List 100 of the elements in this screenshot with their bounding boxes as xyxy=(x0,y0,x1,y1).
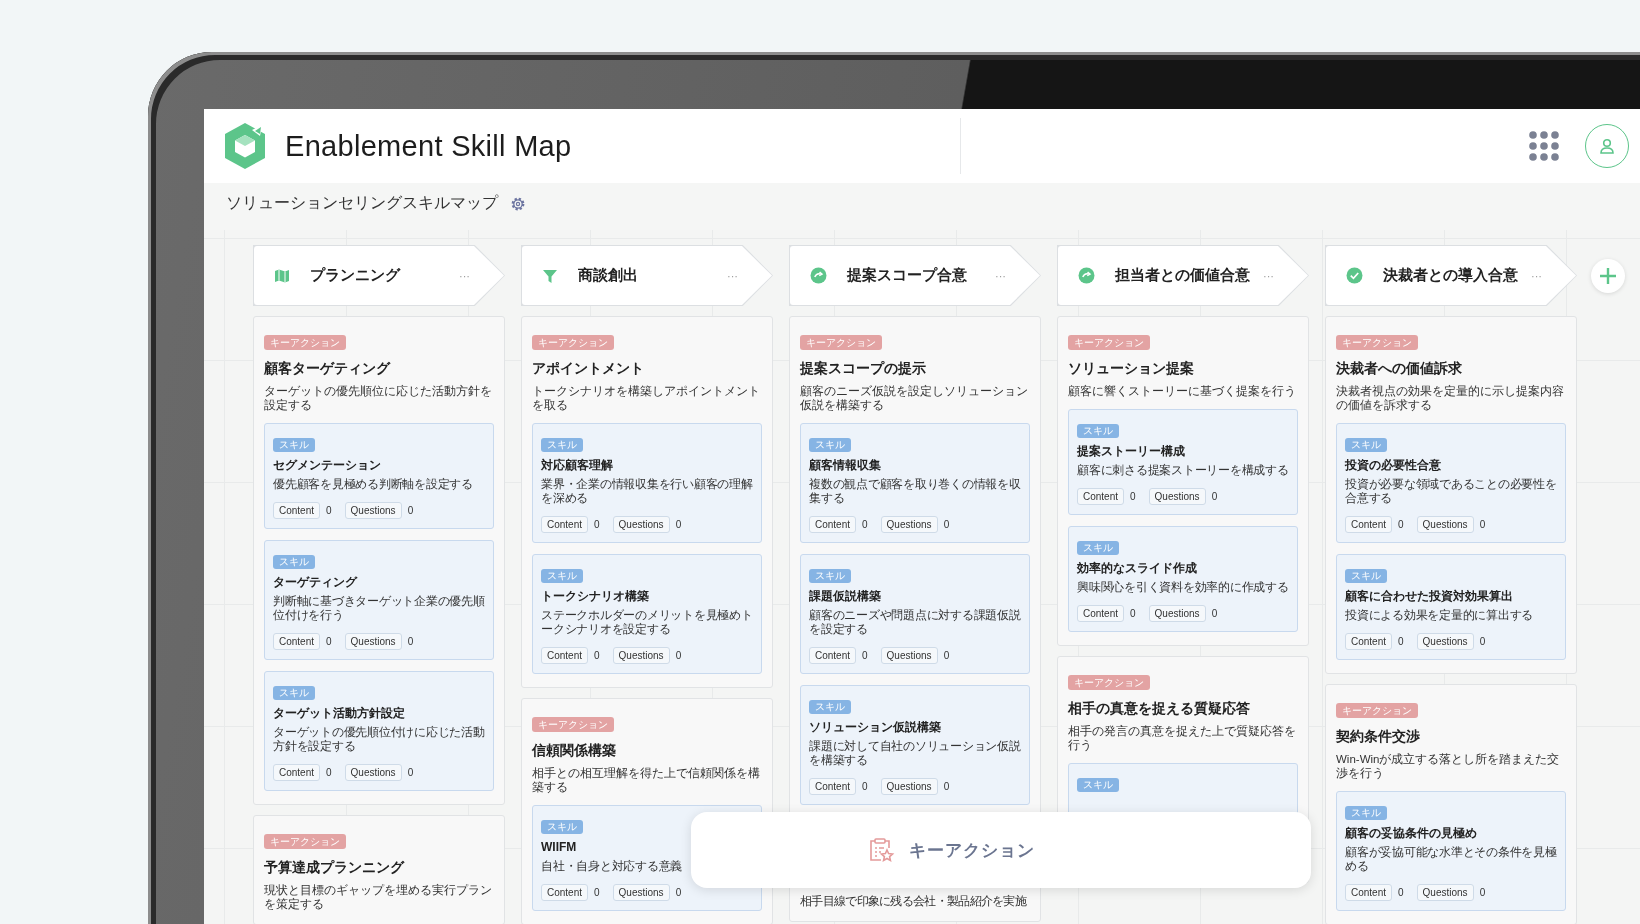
skill-tag: スキル xyxy=(1077,778,1119,792)
content-count: 0 xyxy=(326,636,332,647)
key-action-title: ソリューション提案 xyxy=(1068,359,1195,377)
questions-count: 0 xyxy=(1479,636,1486,647)
skill-description: 顧客のニーズや問題点に対する課題仮説を設定する xyxy=(809,608,1022,636)
content-count: 0 xyxy=(1130,491,1136,502)
stage-header[interactable]: プランニング ··· xyxy=(253,245,505,306)
skill-card[interactable]: スキル 顧客の妥協条件の見極め 顧客が妥協可能な水準とその条件を見極める Content 0 Questions 0 xyxy=(1336,791,1566,911)
key-action-card[interactable] xyxy=(253,316,505,805)
content-count: 0 xyxy=(862,519,868,530)
key-action-card[interactable]: キーアクション 予算達成プランニング 現状と目標のギャップを埋める実行プランを策定する xyxy=(253,815,505,924)
skill-card[interactable]: スキル ターゲティング 判断軸に基づきターゲット企業の優先順位付けを行う Content 0 Questions 0 xyxy=(264,540,494,660)
key-action-card[interactable]: キーアクション ソリューション提案 顧客に響くストーリーに基づく提案を行う スキル 提案ストーリー構成 顧客に刺さる提案ストーリーを構成する Content 0 Questions 0 スキル 効率的なスライド作成 興味関心を引く資料を効率的に作成する Content 0 Questions 0 xyxy=(1057,316,1309,646)
skill-card[interactable]: スキル ソリューション仮説構築 課題に対して自社のソリューション仮説を構築する Content 0 Questions 0 xyxy=(800,685,1030,805)
skill-card[interactable]: スキル 効率的なスライド作成 興味関心を引く資料を効率的に作成する Content 0 Questions 0 xyxy=(1068,526,1298,632)
skill-title: ターゲット活動方針設定 xyxy=(273,706,406,721)
skill-description: 顧客が妥協可能な水準とその条件を見極める xyxy=(1345,845,1558,873)
key-action-card[interactable]: キーアクション 契約条件交渉 Win-Winが成立する落とし所を踏まえた交渉を行う スキル 顧客の妥協条件の見極め 顧客が妥協可能な水準とその条件を見極める Content 0 Questions 0 xyxy=(1325,684,1577,924)
skill-card[interactable]: スキル セグメンテーション 優先顧客を見極める判断軸を設定する Content 0 Questions 0 xyxy=(264,423,494,529)
questions-count: 0 xyxy=(1479,519,1486,530)
stage-header[interactable]: 決裁者との導入合意 ··· xyxy=(1325,245,1577,306)
clipboard-star-icon xyxy=(867,836,895,864)
content-label: Content xyxy=(809,516,857,533)
content-count: 0 xyxy=(326,767,332,778)
questions-count: 0 xyxy=(407,767,414,778)
skill-card[interactable]: スキル 顧客情報収集 複数の観点で顧客を取り巻くの情報を収集する Content 0 Questions 0 xyxy=(800,423,1030,543)
skill-card[interactable]: スキル 投資の必要性合意 投資が必要な領域であることの必要性を合意する Content 0 Questions 0 xyxy=(1336,423,1566,543)
stage-header[interactable]: 担当者との価値合意 ··· xyxy=(1057,245,1309,306)
skill-title: ソリューション仮説構築 xyxy=(809,720,942,735)
settings-icon[interactable] xyxy=(510,195,526,212)
questions-count: 0 xyxy=(943,781,950,792)
content-label: Content xyxy=(541,884,589,901)
questions-label: Questions xyxy=(880,778,938,795)
key-action-tag: キーアクション xyxy=(1336,703,1418,718)
questions-label: Questions xyxy=(1416,884,1474,901)
key-action-title: アポイントメント xyxy=(532,359,645,377)
progress-icon xyxy=(1078,267,1095,284)
skill-tag: スキル xyxy=(1077,424,1119,438)
skill-description: 業界・企業の情報収集を行い顧客の理解を深める xyxy=(541,477,754,505)
key-action-description: Win-Winが成立する落とし所を踏まえた交渉を行う xyxy=(1336,752,1561,780)
content-label: Content xyxy=(541,647,589,664)
key-action-tag: キーアクション xyxy=(264,834,346,849)
logo-icon xyxy=(222,121,268,171)
key-action-description: 顧客のニーズ仮説を設定しソリューション仮説を構築する xyxy=(800,384,1029,412)
questions-label: Questions xyxy=(880,516,938,533)
stage-title: プランニング xyxy=(310,266,400,285)
key-action-title: 決裁者への価値訴求 xyxy=(1336,359,1463,377)
key-action-tag: キーアクション xyxy=(532,335,614,350)
skill-title: 顧客に合わせた投資対効果算出 xyxy=(1345,589,1514,604)
skill-card[interactable]: スキル 課題仮説構築 顧客のニーズや問題点に対する課題仮説を設定する Content 0 Questions 0 xyxy=(800,554,1030,674)
content-count: 0 xyxy=(594,519,600,530)
questions-label: Questions xyxy=(1148,605,1206,622)
key-action-title: 提案スコープの提示 xyxy=(800,359,927,377)
questions-label: Questions xyxy=(612,884,670,901)
content-label: Content xyxy=(1077,605,1125,622)
key-action-card[interactable]: キーアクション アポイントメント トークシナリオを構築しアポイントメントを取る スキル 対応顧客理解 業界・企業の情報収集を行い顧客の理解を深める Content 0 Questions 0 スキル トークシナリオ構築 ステークホルダーのメリットを見極めトークシナリオを設定する Content 0 Questions 0 xyxy=(521,316,773,688)
content-count: 0 xyxy=(862,781,868,792)
questions-label: Questions xyxy=(344,633,402,650)
key-action-description: 相手との相互理解を得た上で信頼関係を構築する xyxy=(532,766,761,794)
questions-count: 0 xyxy=(675,887,682,898)
key-action-title: 相手の真意を捉える質疑応答 xyxy=(1068,699,1251,717)
stage-header[interactable]: 提案スコープ合意 ··· xyxy=(789,245,1041,306)
questions-count: 0 xyxy=(1479,887,1486,898)
content-count: 0 xyxy=(326,505,332,516)
key-action-description: 相手の発言の真意を捉えた上で質疑応答を行う xyxy=(1068,724,1297,752)
skill-title: ターゲティング xyxy=(273,575,359,590)
skill-tag: スキル xyxy=(809,569,851,583)
questions-count: 0 xyxy=(943,519,950,530)
key-action-tag: キーアクション xyxy=(800,335,882,350)
content-label: Content xyxy=(809,647,857,664)
content-label: Content xyxy=(541,516,589,533)
skill-card[interactable]: スキル 提案ストーリー構成 顧客に刺さる提案ストーリーを構成する Content 0 Questions 0 xyxy=(1068,409,1298,515)
skill-card[interactable]: スキル トークシナリオ構築 ステークホルダーのメリットを見極めトークシナリオを設定する Content 0 Questions 0 xyxy=(532,554,762,674)
skill-description: 自社・自身と対応する意義 xyxy=(541,859,683,873)
add-stage-button[interactable] xyxy=(1591,259,1625,293)
apps-grid-icon[interactable] xyxy=(1529,131,1559,161)
key-action-toast[interactable]: キーアクション xyxy=(691,812,1311,888)
skill-tag: スキル xyxy=(541,569,583,583)
questions-label: Questions xyxy=(344,764,402,781)
skill-title: 課題仮説構築 xyxy=(809,589,882,604)
content-label: Content xyxy=(273,502,321,519)
questions-label: Questions xyxy=(612,516,670,533)
skill-title: 顧客の妥協条件の見極め xyxy=(1345,826,1478,841)
skill-description: 複数の観点で顧客を取り巻くの情報を収集する xyxy=(809,477,1022,505)
skill-description: 判断軸に基づきターゲット企業の優先順位付けを行う xyxy=(273,594,486,622)
content-label: Content xyxy=(1345,884,1393,901)
skill-description: 投資による効果を定量的に算出する xyxy=(1345,608,1534,622)
skill-description: 優先顧客を見極める判断軸を設定する xyxy=(273,477,474,491)
skill-card[interactable]: スキル 顧客に合わせた投資対効果算出 投資による効果を定量的に算出する Content 0 Questions 0 xyxy=(1336,554,1566,660)
content-count: 0 xyxy=(1398,636,1404,647)
skill-description: ステークホルダーのメリットを見極めトークシナリオを設定する xyxy=(541,608,754,636)
key-action-description: 現状と目標のギャップを埋める実行プランを策定する xyxy=(264,883,493,911)
skill-description: 投資が必要な領域であることの必要性を合意する xyxy=(1345,477,1558,505)
questions-count: 0 xyxy=(675,519,682,530)
stage-header[interactable]: 商談創出 ··· xyxy=(521,245,773,306)
skill-card[interactable]: スキル ターゲット活動方針設定 ターゲットの優先順位付けに応じた活動方針を設定する Content 0 Questions 0 xyxy=(264,671,494,791)
content-count: 0 xyxy=(594,887,600,898)
skill-card[interactable]: スキル 対応顧客理解 業界・企業の情報収集を行い顧客の理解を深める Content 0 Questions 0 xyxy=(532,423,762,543)
key-action-card[interactable]: キーアクション 決裁者への価値訴求 決裁者視点の効果を定量的に示し提案内容の価値を訴求する スキル 投資の必要性合意 投資が必要な領域であることの必要性を合意する Content 0 Questions 0 スキル 顧客に合わせた投資対効果算出 投資による効果を定量的に算出する Content 0 Questions 0 xyxy=(1325,316,1577,674)
key-action-description: 決裁者視点の効果を定量的に示し提案内容の価値を訴求する xyxy=(1336,384,1565,412)
